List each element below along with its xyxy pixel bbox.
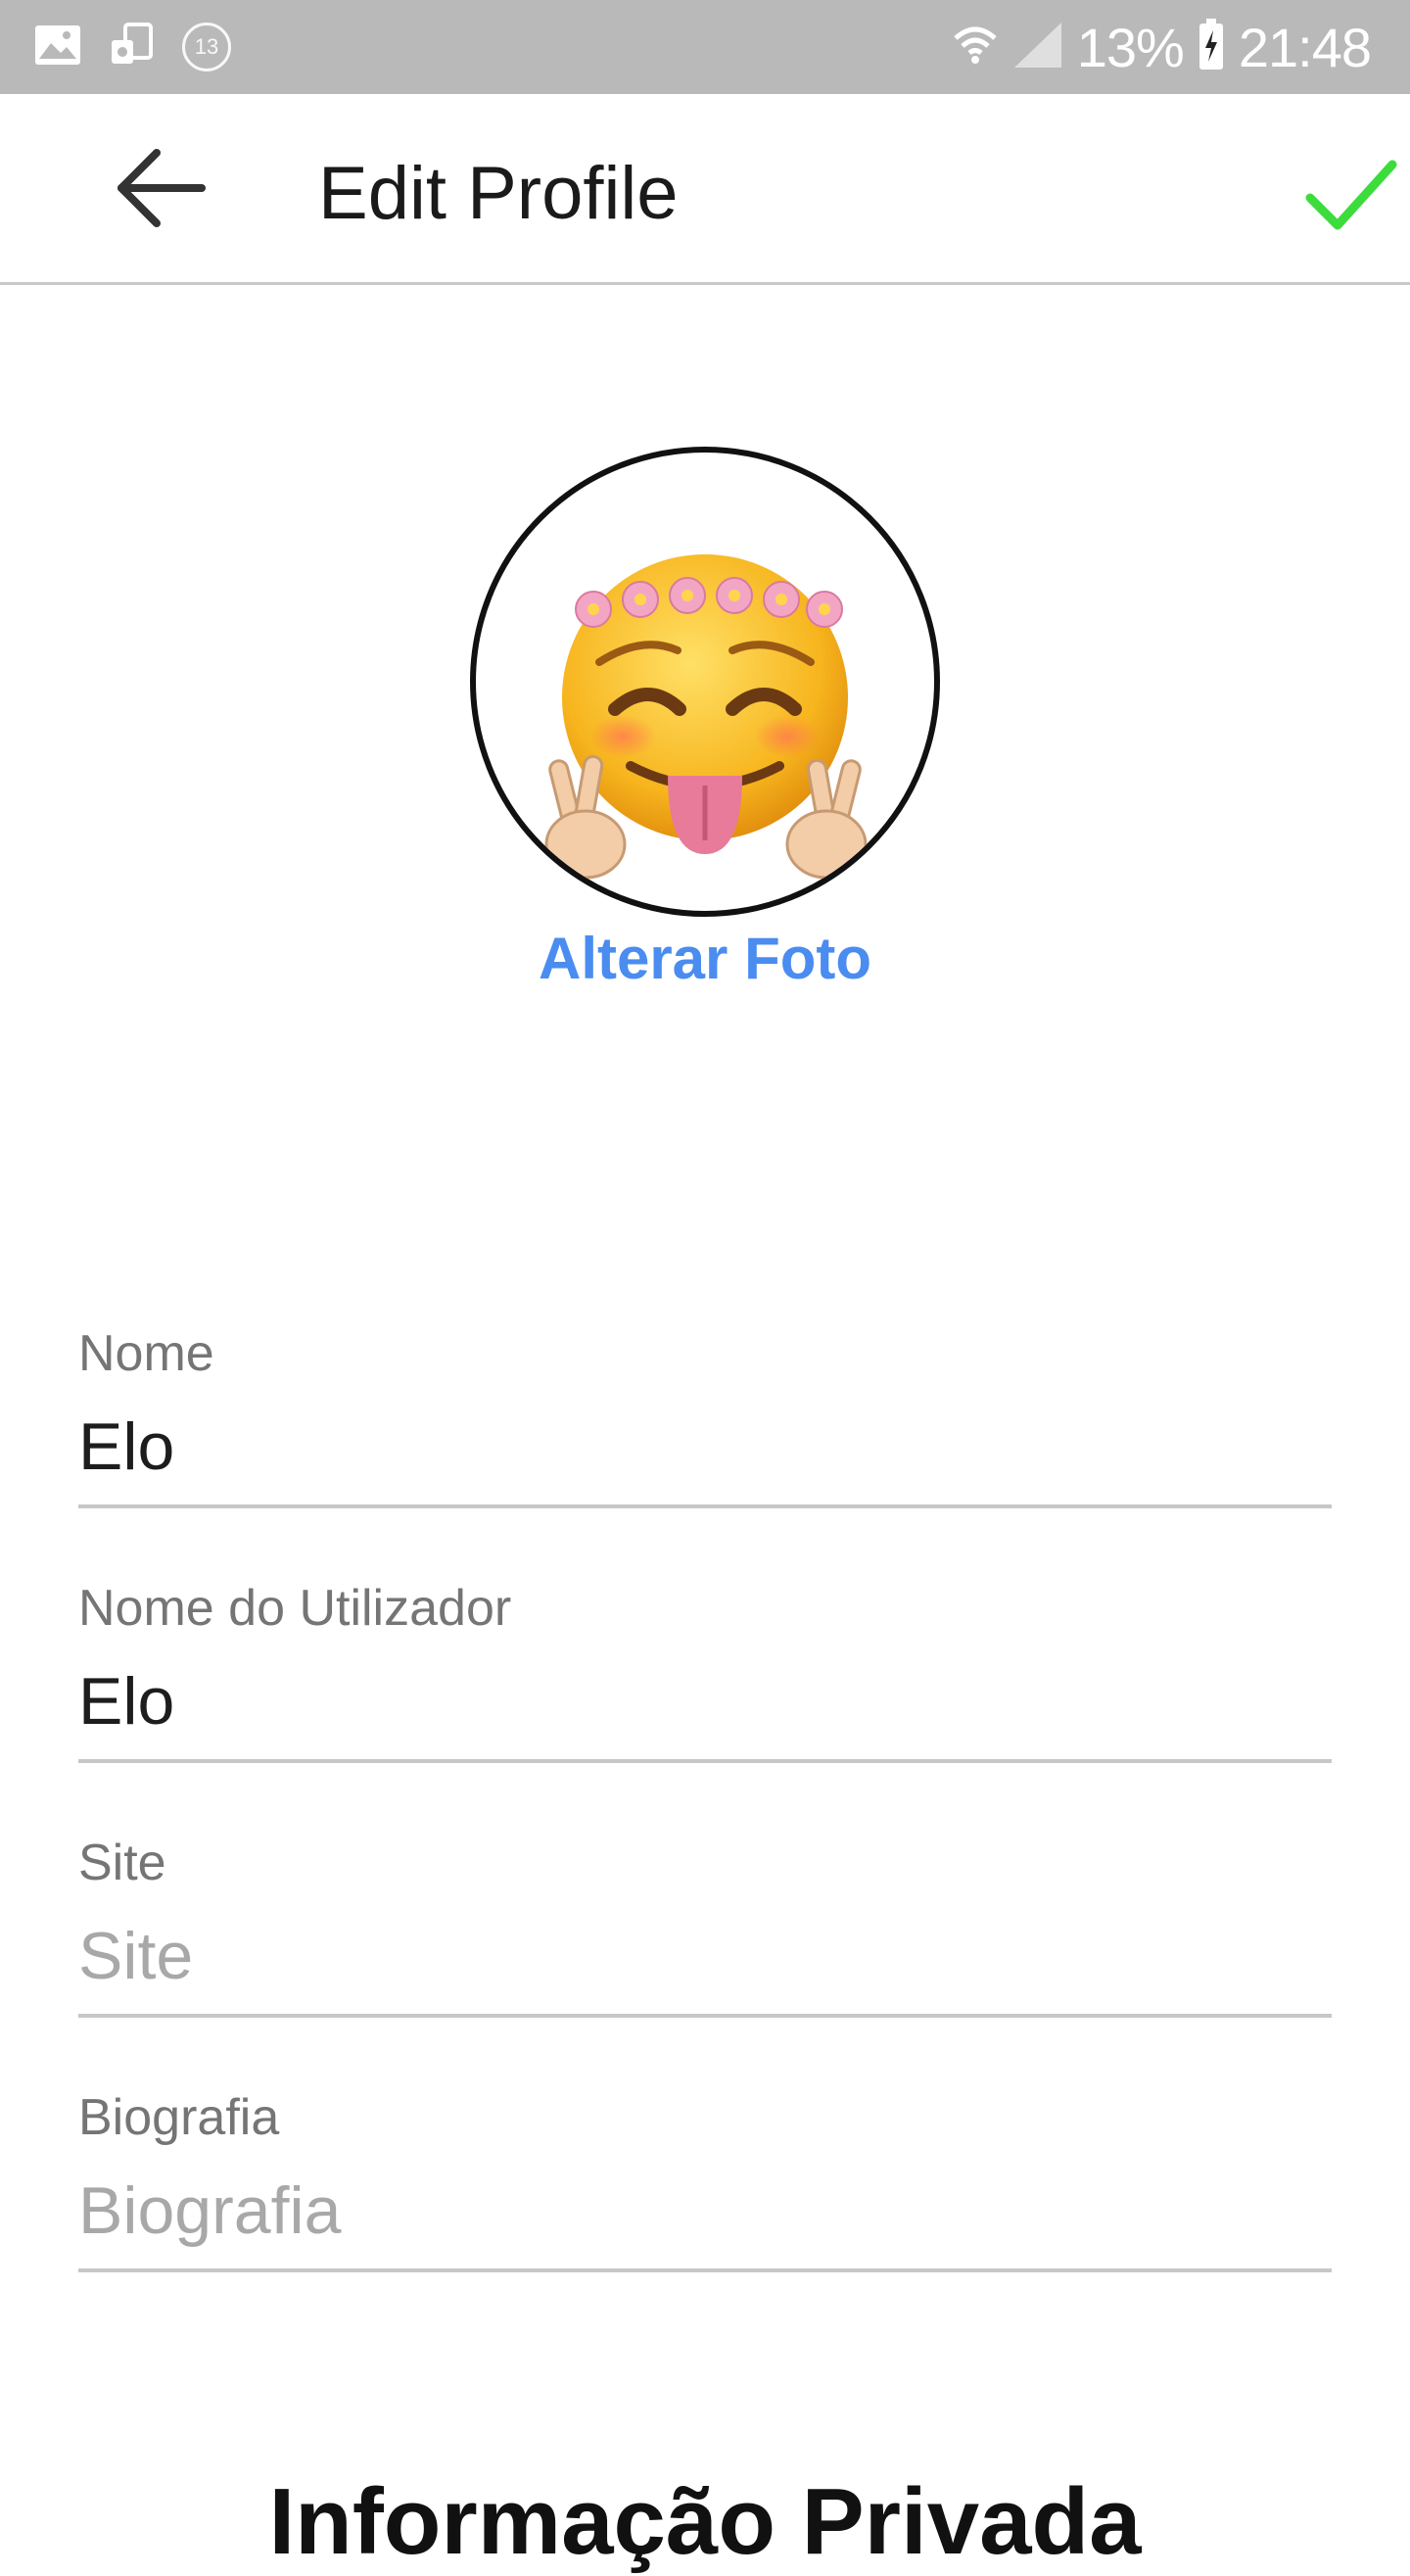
screen-sync-icon: [110, 22, 155, 72]
name-input[interactable]: Elo: [78, 1408, 1332, 1485]
private-info-heading: Informação Privada: [268, 2469, 1142, 2574]
toolbar: Edit Profile: [0, 94, 1410, 282]
checkmark-icon: [1302, 160, 1400, 245]
status-bar: 13 13% 21:48: [0, 0, 1410, 94]
username-input[interactable]: Elo: [78, 1663, 1332, 1740]
profile-photo[interactable]: [470, 447, 940, 917]
site-label: Site: [78, 1835, 166, 1891]
change-photo-link[interactable]: Alterar Foto: [0, 925, 1410, 992]
name-field[interactable]: Nome Elo: [78, 1324, 1332, 1508]
username-field[interactable]: Nome do Utilizador Elo: [78, 1579, 1332, 1763]
signal-icon: [1012, 21, 1063, 74]
wifi-icon: [952, 21, 999, 74]
page-title: Edit Profile: [318, 152, 679, 235]
toolbar-divider: [0, 282, 1410, 285]
bio-label: Biografia: [78, 2089, 280, 2146]
arrow-left-icon: [108, 149, 215, 241]
site-field[interactable]: Site Site: [78, 1834, 1332, 2018]
site-input[interactable]: Site: [78, 1918, 1332, 1994]
emoji-avatar-image: [544, 554, 868, 880]
bio-field[interactable]: Biografia Biografia: [78, 2088, 1332, 2272]
bio-underline: [78, 2268, 1332, 2272]
name-underline: [78, 1504, 1332, 1508]
save-button[interactable]: [1302, 153, 1400, 241]
gallery-icon: [33, 24, 82, 72]
username-underline: [78, 1759, 1332, 1763]
username-label: Nome do Utilizador: [78, 1580, 512, 1637]
notification-count-icon: 13: [182, 23, 231, 72]
name-label: Nome: [78, 1325, 214, 1382]
bio-input[interactable]: Biografia: [78, 2172, 1332, 2249]
back-button[interactable]: [108, 139, 215, 237]
battery-percentage: 13%: [1076, 16, 1185, 78]
battery-charging-icon: [1198, 18, 1225, 76]
clock: 21:48: [1238, 16, 1372, 78]
site-underline: [78, 2014, 1332, 2018]
